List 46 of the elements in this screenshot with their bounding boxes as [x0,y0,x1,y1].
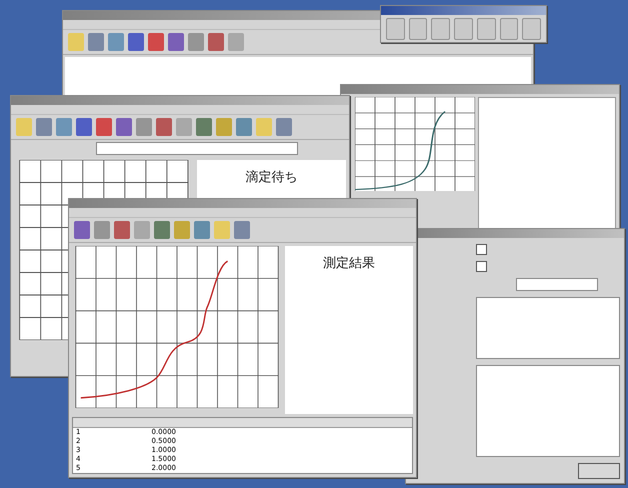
toolbar-button[interactable] [234,221,250,239]
toolbar-button[interactable] [188,33,204,51]
toolbar-button[interactable] [196,118,212,136]
toolbar-button[interactable] [386,18,405,40]
toolbar-button[interactable] [228,33,244,51]
toolbar-button[interactable] [76,118,92,136]
toolbar-button[interactable] [156,118,172,136]
toolbar-button[interactable] [431,18,450,40]
toolbar-button[interactable] [96,118,112,136]
report-title: 滴定待ち [246,169,298,186]
toolbar-button[interactable] [522,18,542,40]
toolbar-button[interactable] [136,118,152,136]
toolbar-button[interactable] [88,33,104,51]
toolbar-button[interactable] [56,118,72,136]
dialog-button[interactable] [578,463,620,479]
dropdown-field[interactable] [96,142,298,155]
toolbar-button[interactable] [216,118,232,136]
toolbar-button[interactable] [500,18,518,40]
report-title: 測定結果 [323,255,375,272]
checkbox[interactable] [476,261,487,272]
checkbox[interactable] [476,244,487,255]
toolbar-button[interactable] [114,221,130,239]
toolbar-button[interactable] [276,118,292,136]
toolbar-button[interactable] [36,118,52,136]
toolbar-button[interactable] [476,18,496,40]
toolbar-button[interactable] [16,118,32,136]
toolbar-button[interactable] [108,33,124,51]
toolbar-button[interactable] [174,221,190,239]
toolbar-button[interactable] [176,118,192,136]
toolbar-button[interactable] [154,221,170,239]
toolbar-button[interactable] [68,33,84,51]
toolbar-button[interactable] [208,33,224,51]
toolbar-button[interactable] [408,18,428,40]
toolbar-button[interactable] [148,33,164,51]
toolbar-button[interactable] [256,118,272,136]
toolbar-button[interactable] [214,221,230,239]
toolbar-button[interactable] [454,18,473,40]
toolbar-button[interactable] [194,221,210,239]
toolbar-button[interactable] [94,221,110,239]
toolbar-button[interactable] [116,118,132,136]
toolbar-button[interactable] [74,221,90,239]
toolbar-button[interactable] [236,118,252,136]
dropdown-field[interactable] [516,278,598,291]
toolbar-button[interactable] [134,221,150,239]
toolbar-button[interactable] [168,33,184,51]
toolbar-button[interactable] [128,33,144,51]
